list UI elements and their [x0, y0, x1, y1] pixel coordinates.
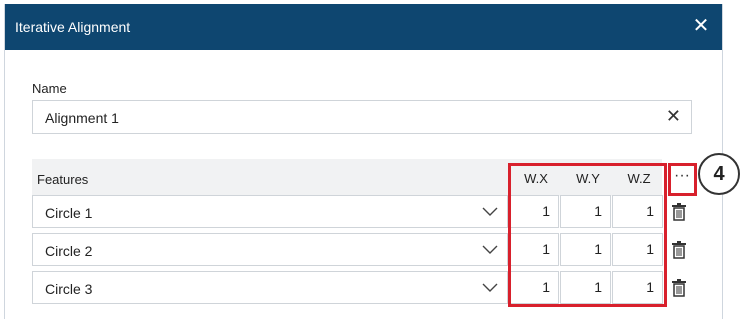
- feature-select-row-1[interactable]: Circle 1: [32, 195, 508, 228]
- chevron-down-icon: [482, 207, 498, 216]
- trash-icon[interactable]: [671, 241, 687, 259]
- iterative-alignment-dialog: Iterative Alignment ✕ Name Alignment 1 ✕…: [4, 4, 723, 319]
- callout-number-badge: 4: [698, 153, 740, 195]
- clear-name-icon[interactable]: ✕: [666, 106, 681, 127]
- name-label: Name: [32, 81, 67, 96]
- wy-input-row-3[interactable]: 1: [560, 271, 611, 304]
- wz-input-row-2[interactable]: 1: [612, 233, 663, 266]
- wx-input-row-2[interactable]: 1: [508, 233, 559, 266]
- feature-select-row-3[interactable]: Circle 3: [32, 271, 508, 304]
- wz-input-row-3[interactable]: 1: [612, 271, 663, 304]
- chevron-down-icon: [482, 245, 498, 254]
- column-header-wx: W.X: [524, 171, 548, 186]
- wy-input-row-2[interactable]: 1: [560, 233, 611, 266]
- feature-select-label: Circle 2: [45, 243, 93, 259]
- dialog-titlebar: Iterative Alignment ✕: [5, 4, 722, 50]
- feature-select-row-2[interactable]: Circle 2: [32, 233, 508, 266]
- column-header-wy: W.Y: [576, 171, 600, 186]
- dialog-title: Iterative Alignment: [15, 19, 131, 35]
- name-input[interactable]: Alignment 1 ✕: [32, 100, 692, 134]
- features-label: Features: [37, 172, 89, 187]
- wz-input-row-1[interactable]: 1: [612, 195, 663, 228]
- column-header-wz: W.Z: [627, 171, 651, 186]
- close-icon[interactable]: ✕: [690, 15, 712, 37]
- wy-input-row-1[interactable]: 1: [560, 195, 611, 228]
- wx-input-row-1[interactable]: 1: [508, 195, 559, 228]
- wx-input-row-3[interactable]: 1: [508, 271, 559, 304]
- name-input-value: Alignment 1: [45, 110, 119, 126]
- trash-icon[interactable]: [671, 203, 687, 221]
- trash-icon[interactable]: [671, 279, 687, 297]
- feature-select-label: Circle 3: [45, 281, 93, 297]
- chevron-down-icon: [482, 283, 498, 292]
- more-options-button[interactable]: ···: [669, 163, 695, 193]
- features-header: Features W.X W.Y W.Z: [32, 159, 662, 196]
- feature-select-label: Circle 1: [45, 205, 93, 221]
